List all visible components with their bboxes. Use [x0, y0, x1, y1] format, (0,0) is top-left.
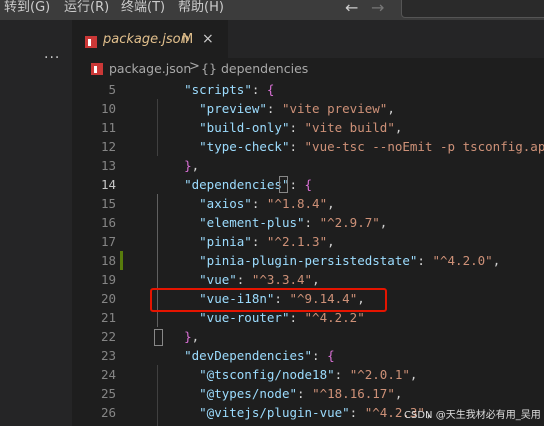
npm-json-icon: [91, 63, 103, 75]
indent-guide: [157, 365, 158, 426]
breadcrumb-item-dependencies[interactable]: dependencies: [221, 61, 308, 76]
line-number: 14: [100, 177, 116, 192]
code-text: "preview": "vite preview",: [199, 101, 395, 116]
code-line[interactable]: 25 "@types/node": "^18.16.17",: [72, 384, 544, 403]
command-center[interactable]: [401, 0, 544, 18]
arrow-right-icon[interactable]: →: [371, 0, 384, 17]
code-line[interactable]: 13 },: [72, 156, 544, 175]
code-text: "@types/node": "^18.16.17",: [199, 386, 403, 401]
code-line[interactable]: 15 "axios": "^1.8.4",: [72, 194, 544, 213]
code-line[interactable]: 16 "element-plus": "^2.9.7",: [72, 213, 544, 232]
arrow-left-icon[interactable]: ←: [345, 0, 358, 17]
line-number: 17: [100, 234, 116, 249]
line-number: 5: [108, 82, 116, 97]
code-line[interactable]: 18 "pinia-plugin-persistedstate": "^4.2.…: [72, 251, 544, 270]
code-text: "@vitejs/plugin-vue": "^4.2.3",: [199, 405, 433, 420]
menu-terminal[interactable]: 终端(T): [121, 0, 165, 16]
highlight-box: [150, 288, 387, 312]
watermark: CSDN @天生我材必有用_吴用: [404, 410, 541, 421]
line-number: 19: [100, 272, 116, 287]
line-number: 12: [100, 139, 116, 154]
code-text: "axios": "^1.8.4",: [199, 196, 335, 211]
code-line[interactable]: 5 "scripts": {: [72, 80, 544, 99]
breadcrumb: package.json > {} dependencies: [72, 58, 544, 80]
code-line[interactable]: 17 "pinia": "^2.1.3",: [72, 232, 544, 251]
menu-goto[interactable]: 转到(G): [4, 0, 50, 16]
code-line[interactable]: 10 "preview": "vite preview",: [72, 99, 544, 118]
line-number: 15: [100, 196, 116, 211]
tab-package-json[interactable]: package.json M ×: [72, 20, 228, 59]
close-icon[interactable]: ×: [202, 31, 214, 47]
code-line[interactable]: 22 },: [72, 327, 544, 346]
line-number: 10: [100, 101, 116, 116]
code-editor[interactable]: 26 "@vitejs/plugin-vue": "^4.2.3", 25 "@t…: [72, 80, 544, 426]
code-text: "build-only": "vite build",: [199, 120, 403, 135]
line-number: 26: [100, 405, 116, 420]
chevron-right-icon: >: [189, 59, 200, 74]
code-line[interactable]: 24 "@tsconfig/node18": "^2.0.1",: [72, 365, 544, 384]
code-text: "type-check": "vue-tsc --noEmit -p tscon…: [199, 139, 544, 154]
bracket-match-highlight: [154, 329, 163, 346]
menu-run[interactable]: 运行(R): [64, 0, 109, 16]
git-added-marker: [120, 251, 123, 270]
indent-guide: [157, 99, 158, 156]
line-number: 22: [100, 329, 116, 344]
code-text: "@tsconfig/node18": "^2.0.1",: [199, 367, 418, 382]
code-text: "pinia": "^2.1.3",: [199, 234, 335, 249]
line-number: 21: [100, 310, 116, 325]
code-line[interactable]: 23 "devDependencies": {: [72, 346, 544, 365]
line-number: 25: [100, 386, 116, 401]
code-text: "element-plus": "^2.9.7",: [199, 215, 388, 230]
menu-bar: 转到(G) 运行(R) 终端(T) 帮助(H) ← →: [0, 0, 544, 20]
code-line[interactable]: 11 "build-only": "vite build",: [72, 118, 544, 137]
tab-filename: package.json: [103, 32, 189, 47]
code-line[interactable]: 19 "vue": "^3.3.4",: [72, 270, 544, 289]
line-number: 18: [100, 253, 116, 268]
line-number: 23: [100, 348, 116, 363]
sidebar: ···: [0, 20, 72, 426]
tab-modified-badge: M: [182, 32, 194, 47]
line-number: 16: [100, 215, 116, 230]
code-line[interactable]: 12 "type-check": "vue-tsc --noEmit -p ts…: [72, 137, 544, 156]
line-number: 11: [100, 120, 116, 135]
code-text: },: [184, 158, 200, 173]
npm-json-icon: [85, 36, 97, 48]
tab-bar: package.json M ×: [72, 20, 544, 59]
code-text: "dependencies": {: [184, 177, 313, 192]
more-actions-icon[interactable]: ···: [44, 50, 60, 66]
line-number: 20: [100, 291, 116, 306]
line-number: 13: [100, 158, 116, 173]
code-line[interactable]: 14 "dependencies": {: [72, 175, 544, 194]
code-text: "scripts": {: [184, 82, 275, 97]
code-text: "pinia-plugin-persistedstate": "^4.2.0",: [199, 253, 501, 268]
code-text: "vue": "^3.3.4",: [199, 272, 320, 287]
symbol-object-icon: {}: [201, 61, 217, 76]
menu-help[interactable]: 帮助(H): [178, 0, 224, 16]
line-number: 24: [100, 367, 116, 382]
code-text: "devDependencies": {: [184, 348, 335, 363]
bracket-match-highlight: [279, 176, 288, 193]
breadcrumb-file[interactable]: package.json: [109, 61, 191, 76]
